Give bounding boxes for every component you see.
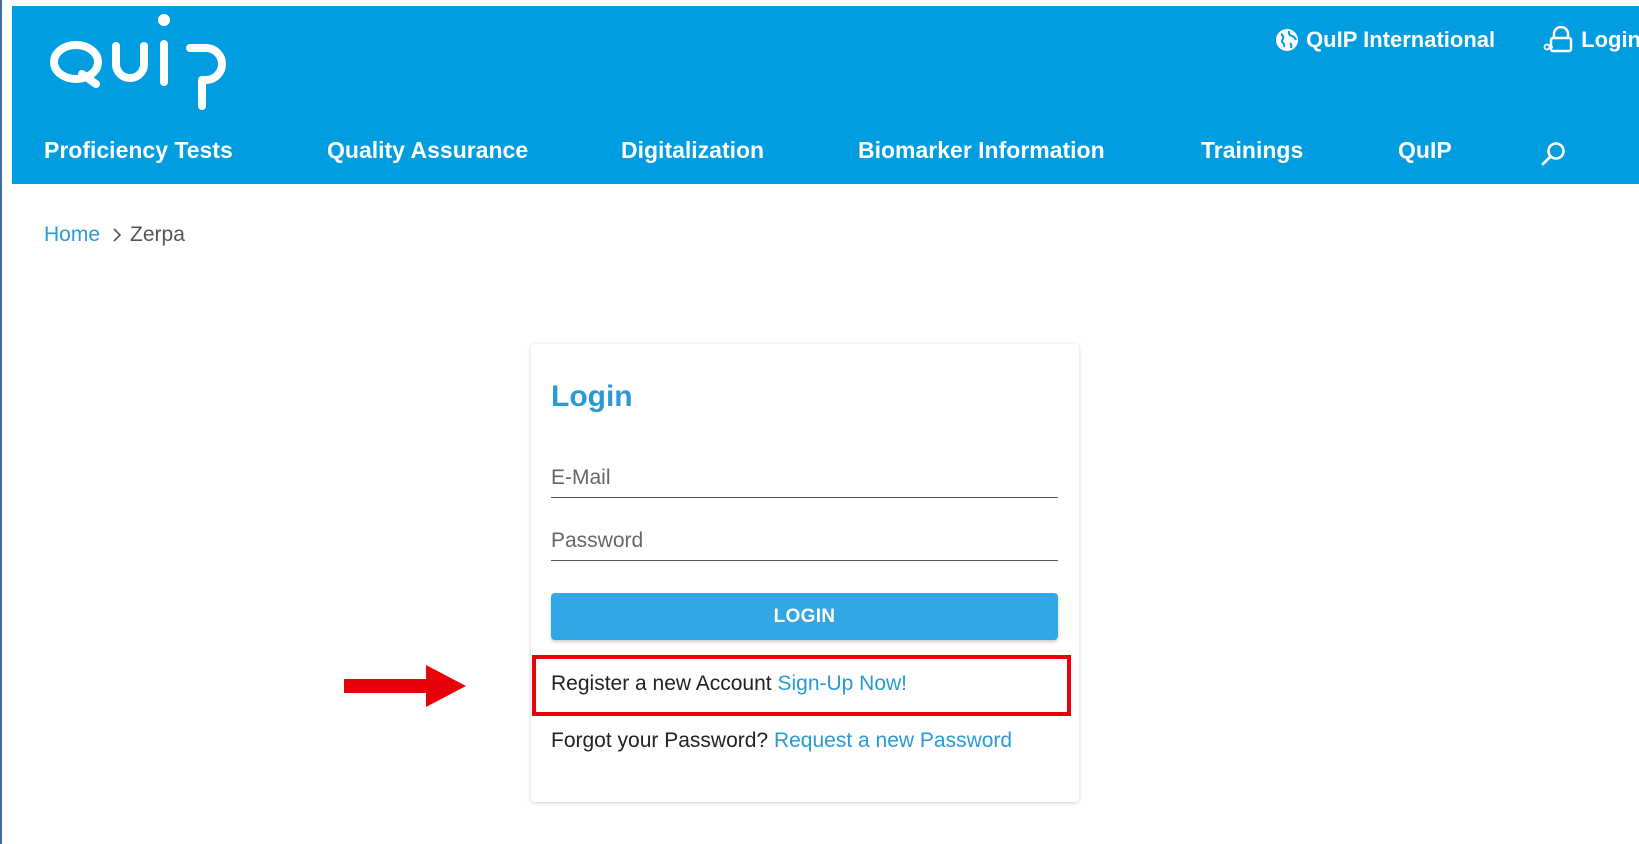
globe-icon xyxy=(1276,29,1299,51)
email-field[interactable] xyxy=(551,458,1058,498)
password-field[interactable] xyxy=(551,521,1058,561)
header-login-link[interactable]: Login xyxy=(1543,26,1639,54)
nav-biomarker-information[interactable]: Biomarker Information xyxy=(858,130,1105,170)
forgot-password-row: Forgot your Password? Request a new Pass… xyxy=(551,729,1012,753)
login-button[interactable]: LOGIN xyxy=(551,593,1058,640)
nav-quip[interactable]: QuIP xyxy=(1398,130,1452,170)
top-links: QuIP International Login xyxy=(1274,24,1639,56)
site-header: QuIP International Login Proficiency Tes… xyxy=(12,6,1639,184)
annotation-arrow-icon xyxy=(344,665,466,707)
main-nav: Proficiency Tests Quality Assurance Digi… xyxy=(12,130,1639,180)
annotation-highlight-box xyxy=(532,655,1071,716)
header-login-label: Login xyxy=(1581,27,1639,52)
search-icon[interactable] xyxy=(1540,140,1568,168)
quip-international-label: QuIP International xyxy=(1306,27,1496,52)
login-title: Login xyxy=(551,380,633,413)
nav-quality-assurance[interactable]: Quality Assurance xyxy=(327,130,528,170)
quip-international-link[interactable]: QuIP International xyxy=(1274,27,1495,53)
request-password-link[interactable]: Request a new Password xyxy=(774,729,1012,752)
nav-proficiency-tests[interactable]: Proficiency Tests xyxy=(44,130,233,170)
login-card: Login LOGIN Register a new Account Sign-… xyxy=(531,344,1079,802)
forgot-text: Forgot your Password? xyxy=(551,729,769,752)
lock-icon xyxy=(1543,26,1573,53)
breadcrumb: Home Zerpa xyxy=(44,222,185,248)
breadcrumb-home[interactable]: Home xyxy=(44,223,100,247)
nav-digitalization[interactable]: Digitalization xyxy=(621,130,764,170)
quip-logo[interactable] xyxy=(44,12,234,112)
breadcrumb-current: Zerpa xyxy=(130,223,185,246)
chevron-right-icon xyxy=(112,227,122,243)
nav-trainings[interactable]: Trainings xyxy=(1201,130,1303,170)
page-frame: QuIP International Login Proficiency Tes… xyxy=(0,0,1639,844)
